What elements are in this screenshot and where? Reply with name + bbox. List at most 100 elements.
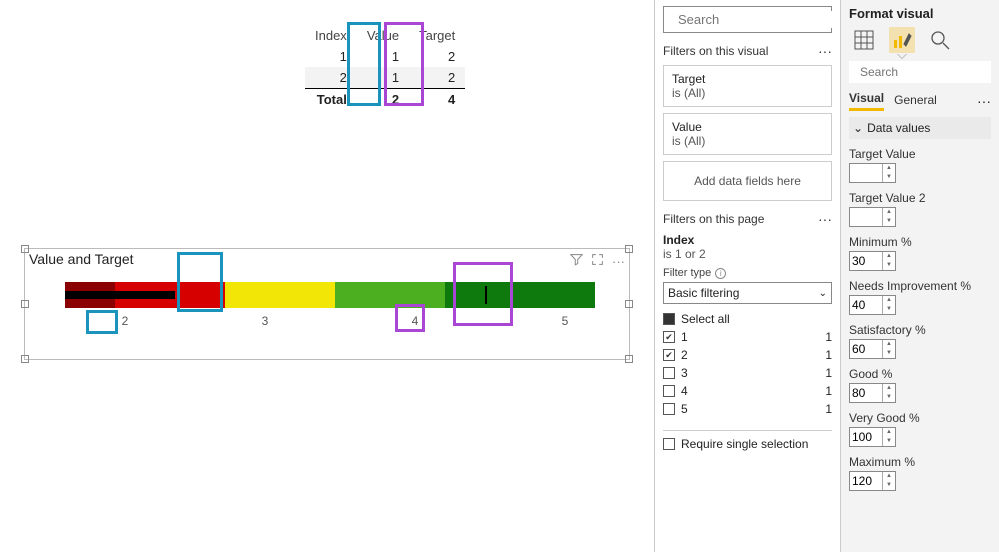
spin-down-icon[interactable]: ▼ bbox=[883, 261, 895, 270]
resize-handle[interactable] bbox=[625, 245, 633, 253]
spin-up-icon[interactable]: ▲ bbox=[883, 164, 895, 173]
filter-value-5[interactable]: 5 1 bbox=[663, 400, 832, 418]
spin-up-icon[interactable]: ▲ bbox=[883, 252, 895, 261]
filters-pane: Filters on this visual ··· Target is (Al… bbox=[654, 0, 840, 552]
spin-up-icon[interactable]: ▲ bbox=[883, 384, 895, 393]
annotation-purple-target-marker bbox=[453, 262, 513, 326]
checkbox-icon[interactable] bbox=[663, 313, 675, 325]
prop-very-good-input[interactable]: ▲▼ bbox=[849, 427, 896, 447]
format-search[interactable] bbox=[849, 61, 991, 83]
spin-down-icon[interactable]: ▼ bbox=[883, 217, 895, 226]
analytics-icon[interactable] bbox=[927, 27, 953, 53]
filter-field-name: Index bbox=[663, 233, 832, 247]
format-pane: Format visual Visual General ··· ⌄ Data … bbox=[840, 0, 999, 552]
prop-very-good-label: Very Good % bbox=[849, 411, 991, 425]
filter-type-label: Filter type bbox=[663, 267, 711, 279]
section-data-values[interactable]: ⌄ Data values bbox=[849, 117, 991, 139]
checkbox-icon[interactable] bbox=[663, 385, 675, 397]
prop-satisfactory-label: Satisfactory % bbox=[849, 323, 991, 337]
prop-minimum-input[interactable]: ▲▼ bbox=[849, 251, 896, 271]
prop-good-input[interactable]: ▲▼ bbox=[849, 383, 896, 403]
annotation-purple-target-col bbox=[384, 22, 424, 106]
report-canvas: Index Value Target 1 1 2 2 1 2 Total 2 4… bbox=[0, 0, 654, 552]
filter-card-index: Index is 1 or 2 Filter type i Basic filt… bbox=[663, 233, 832, 451]
tab-general[interactable]: General bbox=[894, 93, 937, 110]
select-all-row[interactable]: Select all bbox=[663, 310, 832, 328]
spin-up-icon[interactable]: ▲ bbox=[883, 428, 895, 437]
prop-target-value-2-label: Target Value 2 bbox=[849, 191, 991, 205]
prop-needs-improvement-input[interactable]: ▲▼ bbox=[849, 295, 896, 315]
axis-tick: 5 bbox=[555, 314, 575, 328]
filter-value-1[interactable]: 1 1 bbox=[663, 328, 832, 346]
value-bar bbox=[65, 291, 175, 299]
prop-maximum-input[interactable]: ▲▼ bbox=[849, 471, 896, 491]
spin-down-icon[interactable]: ▼ bbox=[883, 393, 895, 402]
tab-visual[interactable]: Visual bbox=[849, 91, 884, 111]
filters-search[interactable] bbox=[663, 6, 832, 33]
checkbox-icon[interactable] bbox=[663, 331, 675, 343]
prop-good-label: Good % bbox=[849, 367, 991, 381]
add-fields-dropzone[interactable]: Add data fields here bbox=[663, 161, 832, 201]
info-icon[interactable]: i bbox=[715, 268, 726, 279]
axis-tick: 3 bbox=[255, 314, 275, 328]
prop-maximum-label: Maximum % bbox=[849, 455, 991, 469]
prop-target-value-label: Target Value bbox=[849, 147, 991, 161]
resize-handle[interactable] bbox=[625, 300, 633, 308]
prop-minimum-label: Minimum % bbox=[849, 235, 991, 249]
spin-down-icon[interactable]: ▼ bbox=[883, 173, 895, 182]
spin-up-icon[interactable]: ▲ bbox=[883, 472, 895, 481]
checkbox-icon[interactable] bbox=[663, 367, 675, 379]
filters-on-page-label: Filters on this page bbox=[663, 212, 764, 226]
annotation-blue-value-bar bbox=[177, 252, 223, 312]
filter-value-list: Select all 1 1 2 1 3 1 4 1 5 1 bbox=[663, 310, 832, 418]
require-single-selection[interactable]: Require single selection bbox=[663, 430, 832, 451]
chevron-down-icon: ⌄ bbox=[819, 288, 827, 299]
prop-target-value-input[interactable]: ▲▼ bbox=[849, 163, 896, 183]
axis-tick: 2 bbox=[115, 314, 135, 328]
spin-down-icon[interactable]: ▼ bbox=[883, 349, 895, 358]
annotation-blue-value-col bbox=[347, 22, 381, 106]
filter-icon[interactable] bbox=[570, 253, 583, 269]
prop-satisfactory-input[interactable]: ▲▼ bbox=[849, 339, 896, 359]
checkbox-icon[interactable] bbox=[663, 349, 675, 361]
annotation-blue-axis-2 bbox=[86, 310, 118, 334]
checkbox-icon[interactable] bbox=[663, 438, 675, 450]
filter-value-3[interactable]: 3 1 bbox=[663, 364, 832, 382]
resize-handle[interactable] bbox=[21, 355, 29, 363]
bullet-plot-area: 2 3 4 5 bbox=[65, 282, 595, 322]
filter-value-4[interactable]: 4 1 bbox=[663, 382, 832, 400]
spin-down-icon[interactable]: ▼ bbox=[883, 437, 895, 446]
spin-up-icon[interactable]: ▲ bbox=[883, 296, 895, 305]
bullet-chart-visual[interactable]: Value and Target ··· 2 3 4 5 bbox=[24, 248, 630, 360]
filter-value-2[interactable]: 2 1 bbox=[663, 346, 832, 364]
spin-up-icon[interactable]: ▲ bbox=[883, 340, 895, 349]
filters-on-visual-label: Filters on this visual bbox=[663, 44, 768, 58]
filter-card-target[interactable]: Target is (All) bbox=[663, 65, 832, 107]
spin-down-icon[interactable]: ▼ bbox=[883, 481, 895, 490]
annotation-purple-axis-4 bbox=[395, 304, 425, 332]
tabs-more-icon[interactable]: ··· bbox=[977, 93, 991, 109]
filter-field-state: is 1 or 2 bbox=[663, 247, 832, 261]
build-visual-icon[interactable] bbox=[851, 27, 877, 53]
filter-type-dropdown[interactable]: Basic filtering ⌄ bbox=[663, 282, 832, 304]
spin-down-icon[interactable]: ▼ bbox=[883, 305, 895, 314]
resize-handle[interactable] bbox=[21, 300, 29, 308]
checkbox-icon[interactable] bbox=[663, 403, 675, 415]
section-more-icon[interactable]: ··· bbox=[818, 43, 832, 59]
more-options-icon[interactable]: ··· bbox=[612, 254, 625, 269]
focus-mode-icon[interactable] bbox=[591, 253, 604, 269]
prop-target-value-2-input[interactable]: ▲▼ bbox=[849, 207, 896, 227]
resize-handle[interactable] bbox=[21, 245, 29, 253]
filter-card-value[interactable]: Value is (All) bbox=[663, 113, 832, 155]
format-title: Format visual bbox=[849, 6, 991, 21]
format-visual-icon[interactable] bbox=[889, 27, 915, 53]
prop-needs-improvement-label: Needs Improvement % bbox=[849, 279, 991, 293]
band-satisfactory bbox=[225, 282, 335, 308]
section-more-icon[interactable]: ··· bbox=[818, 211, 832, 227]
resize-handle[interactable] bbox=[625, 355, 633, 363]
chart-title: Value and Target bbox=[29, 251, 134, 267]
spin-up-icon[interactable]: ▲ bbox=[883, 208, 895, 217]
format-search-input[interactable] bbox=[858, 64, 999, 80]
chevron-down-icon: ⌄ bbox=[853, 121, 863, 135]
filters-search-input[interactable] bbox=[676, 11, 856, 28]
